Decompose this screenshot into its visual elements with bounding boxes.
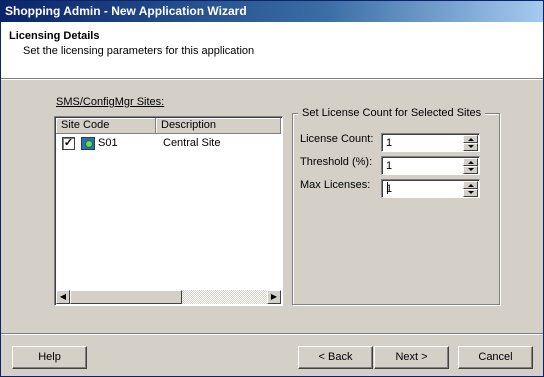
header-divider-highlight — [1, 79, 543, 80]
sites-listview[interactable]: Site Code Description ✓ S01 Central Site… — [54, 116, 283, 306]
title-bar[interactable]: Shopping Admin - New Application Wizard — [1, 1, 543, 22]
column-header-site-code[interactable]: Site Code — [56, 118, 156, 134]
wizard-header: Licensing Details Set the licensing para… — [1, 22, 543, 78]
header-title: Licensing Details — [9, 30, 100, 42]
listview-header: Site Code Description — [56, 118, 281, 134]
site-code-cell: S01 — [98, 137, 118, 149]
arrow-right-icon: ▶ — [270, 292, 278, 301]
license-count-up-button[interactable] — [463, 135, 478, 143]
site-description-cell: Central Site — [163, 137, 221, 149]
sites-label: SMS/ConfigMgr Sites: — [56, 96, 164, 108]
license-count-down-button[interactable] — [463, 143, 478, 151]
horizontal-scrollbar[interactable]: ◀ ▶ — [56, 290, 281, 304]
max-licenses-down-button[interactable] — [463, 189, 478, 197]
sites-label-accel: SMS/ConfigMgr Sites: — [56, 96, 165, 108]
max-licenses-spinner[interactable]: 1 — [381, 179, 480, 198]
next-button[interactable]: Next > — [374, 346, 449, 369]
back-button[interactable]: < Back — [298, 346, 373, 369]
site-server-icon — [81, 137, 95, 150]
max-licenses-label: Max Licenses: — [300, 179, 371, 191]
list-item[interactable]: ✓ S01 Central Site — [56, 135, 281, 151]
threshold-value[interactable]: 1 — [386, 160, 392, 172]
threshold-up-button[interactable] — [463, 158, 478, 166]
license-count-spinner[interactable]: 1 — [381, 133, 480, 152]
text-caret — [387, 182, 388, 194]
threshold-down-button[interactable] — [463, 166, 478, 174]
footer-divider-highlight — [1, 334, 543, 335]
window-title: Shopping Admin - New Application Wizard — [5, 4, 247, 18]
scroll-right-button[interactable]: ▶ — [267, 290, 281, 304]
help-button[interactable]: Help — [12, 346, 87, 369]
cancel-button[interactable]: Cancel — [458, 346, 533, 369]
scroll-left-button[interactable]: ◀ — [56, 290, 70, 304]
site-checkbox[interactable]: ✓ — [62, 137, 75, 150]
column-header-description[interactable]: Description — [156, 118, 281, 134]
header-subtitle: Set the licensing parameters for this ap… — [23, 45, 255, 57]
license-count-value[interactable]: 1 — [386, 137, 392, 149]
license-count-label: License Count: — [300, 133, 374, 145]
license-group-title: Set License Count for Selected Sites — [298, 107, 486, 119]
arrow-left-icon: ◀ — [59, 292, 67, 301]
scroll-track[interactable] — [182, 290, 267, 304]
wizard-window: Shopping Admin - New Application Wizard … — [0, 0, 544, 377]
scroll-thumb[interactable] — [70, 290, 182, 304]
max-licenses-up-button[interactable] — [463, 181, 478, 189]
threshold-spinner[interactable]: 1 — [381, 156, 480, 175]
threshold-label: Threshold (%): — [300, 156, 373, 168]
